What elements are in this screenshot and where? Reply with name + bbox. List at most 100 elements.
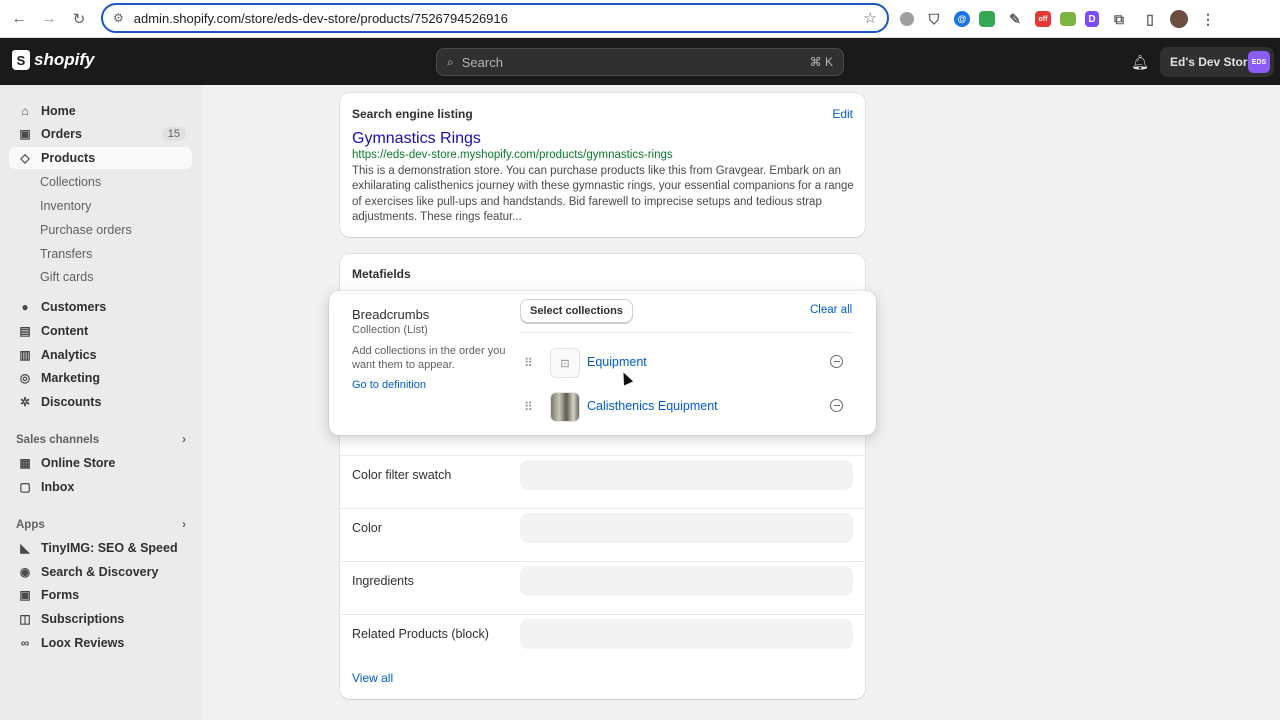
puzzle-icon[interactable]: ⧉ (1108, 8, 1130, 30)
shopify-logo[interactable]: S shopify (12, 50, 94, 70)
sidebar-subitem-transfers[interactable]: Transfers (40, 247, 92, 261)
sidebar-item-online-store[interactable]: ▦ Online Store (9, 452, 192, 474)
image-placeholder-icon: ⊡ (550, 348, 580, 378)
sidebar-item-customers[interactable]: ● Customers (9, 296, 192, 318)
collection-link[interactable]: Calisthenics Equipment (587, 399, 718, 413)
seo-url: https://eds-dev-store.myshopify.com/prod… (352, 149, 673, 161)
drag-handle-icon[interactable]: ⠿ (524, 400, 533, 414)
site-settings-icon[interactable]: ⚙ (113, 11, 124, 25)
extension-7-icon[interactable] (1060, 12, 1076, 26)
profile-avatar[interactable] (1170, 10, 1188, 28)
sidebar-item-label: Products (41, 151, 96, 165)
extension-6-icon[interactable]: off (1035, 11, 1051, 27)
go-to-definition-link[interactable]: Go to definition (352, 379, 426, 391)
shield-extension-icon[interactable]: ⛉ (923, 8, 945, 30)
metafield-input[interactable] (520, 619, 853, 649)
sidebar-item-loox-reviews[interactable]: ∞ Loox Reviews (9, 632, 192, 654)
metafield-label: Related Products (block) (352, 627, 489, 641)
metafield-input[interactable] (520, 513, 853, 543)
metafield-input[interactable] (520, 460, 853, 490)
remove-circle-icon[interactable] (830, 355, 843, 368)
sidebar-item-products[interactable]: ◇ Products (9, 147, 192, 169)
back-icon[interactable]: ← (8, 8, 30, 30)
apps-header[interactable]: Apps › (16, 519, 186, 531)
sidebar-subitem-purchase-orders[interactable]: Purchase orders (40, 223, 132, 237)
collection-link[interactable]: Equipment (587, 355, 647, 369)
sidebar-item-inbox[interactable]: ▢ Inbox (9, 476, 192, 498)
chevron-right-icon: › (182, 434, 186, 446)
divider (520, 332, 853, 333)
store-menu-button[interactable]: Ed's Dev Store EDS (1160, 47, 1274, 77)
seo-edit-link[interactable]: Edit (832, 107, 853, 121)
reload-icon[interactable]: ↻ (68, 8, 90, 30)
view-all-metafields-link[interactable]: View all (352, 671, 393, 685)
logo-text: shopify (34, 50, 95, 69)
sidebar-nav: ⌂ Home ▣ Orders 15 ◇ Products Collection… (0, 85, 202, 720)
sidebar-subitem-collections[interactable]: Collections (40, 175, 101, 189)
sidebar-subitem-gift-cards[interactable]: Gift cards (40, 270, 94, 284)
sidebar-item-search-discovery[interactable]: ◉ Search & Discovery (9, 561, 192, 583)
orders-count-badge: 15 (161, 127, 186, 141)
bookmark-star-icon[interactable]: ☆ (864, 9, 877, 27)
sidebar-item-discounts[interactable]: ✲ Discounts (9, 391, 192, 413)
loox-icon: ∞ (20, 636, 30, 650)
collection-item: ⠿ Calisthenics Equipment (524, 392, 854, 422)
sidebar-item-label: Forms (41, 588, 80, 602)
metafields-title: Metafields (352, 267, 411, 281)
extension-1-icon[interactable] (900, 12, 914, 26)
sidebar-item-home[interactable]: ⌂ Home (9, 100, 192, 122)
metafield-label: Color filter swatch (352, 468, 452, 482)
metafield-input[interactable] (520, 566, 853, 596)
search-discovery-icon: ◉ (19, 565, 31, 579)
orders-icon: ▣ (19, 127, 31, 141)
address-bar[interactable]: ⚙ admin.shopify.com/store/eds-dev-store/… (101, 3, 889, 33)
store-name: Ed's Dev Store (1170, 55, 1255, 69)
notifications-bell-icon[interactable]: 🔔︎ (1128, 48, 1152, 76)
search-icon: ⌕ (447, 54, 454, 69)
metafield-name: Breadcrumbs (352, 307, 430, 322)
remove-circle-icon[interactable] (830, 399, 843, 412)
sidebar-item-label: Subscriptions (41, 612, 125, 626)
store-icon: ▦ (19, 456, 31, 470)
sidebar-subitem-inventory[interactable]: Inventory (40, 199, 91, 213)
sidebar-item-analytics[interactable]: ▥ Analytics (9, 344, 192, 366)
select-collections-button[interactable]: Select collections (520, 299, 633, 323)
sidebar-item-label: Discounts (41, 395, 102, 409)
browser-toolbar: ← → ↻ ⚙ admin.shopify.com/store/eds-dev-… (0, 0, 1280, 38)
sidebar-item-label: Loox Reviews (41, 636, 125, 650)
metafield-label: Color (352, 521, 382, 535)
sidebar-item-marketing[interactable]: ◎ Marketing (9, 367, 192, 389)
admin-topbar: S shopify ⌕ Search ⌘ K 🔔︎ Ed's Dev Store… (0, 38, 1280, 85)
metafield-help-text: Add collections in the order you want th… (352, 345, 506, 371)
extension-4-icon[interactable] (979, 11, 995, 27)
sidebar-item-orders[interactable]: ▣ Orders 15 (9, 123, 192, 145)
clear-all-link[interactable]: Clear all (810, 304, 852, 316)
sidebar-item-label: Content (41, 324, 89, 338)
sidebar-item-forms[interactable]: ▣ Forms (9, 584, 192, 606)
store-avatar: EDS (1248, 51, 1270, 73)
extension-3-icon[interactable]: @ (954, 11, 970, 27)
eyedropper-icon[interactable]: ✎ (1004, 8, 1026, 30)
drag-handle-icon[interactable]: ⠿ (524, 356, 533, 370)
extension-8-icon[interactable]: D (1085, 11, 1099, 27)
global-search[interactable]: ⌕ Search ⌘ K (436, 48, 844, 76)
sidebar-item-label: Customers (41, 300, 107, 314)
breadcrumbs-metafield-editor: Breadcrumbs Collection (List) Add collec… (329, 291, 876, 435)
browser-menu-icon[interactable]: ⋮ (1197, 8, 1219, 30)
chevron-right-icon: › (182, 519, 186, 531)
sales-channels-label: Sales channels (16, 434, 100, 446)
sales-channels-header[interactable]: Sales channels › (16, 434, 186, 446)
sidebar-item-label: Online Store (41, 456, 116, 470)
forward-icon[interactable]: → (38, 8, 60, 30)
sidebar-item-label: Marketing (41, 371, 101, 385)
sidebar-item-subscriptions[interactable]: ◫ Subscriptions (9, 608, 192, 630)
sidebar-item-label: Orders (41, 127, 82, 141)
metafield-type: Collection (List) (352, 324, 428, 336)
sidebar-item-content[interactable]: ▤ Content (9, 320, 192, 342)
collection-item: ⠿ ⊡ Equipment (524, 348, 854, 378)
url-text[interactable]: admin.shopify.com/store/eds-dev-store/pr… (134, 11, 864, 26)
sidebar-item-label: Search & Discovery (41, 565, 159, 579)
sidebar-item-tinyimg[interactable]: ◣ TinyIMG: SEO & Speed (9, 537, 192, 559)
search-shortcut: ⌘ K (809, 55, 833, 69)
sidepanel-icon[interactable]: ▯ (1139, 8, 1161, 30)
